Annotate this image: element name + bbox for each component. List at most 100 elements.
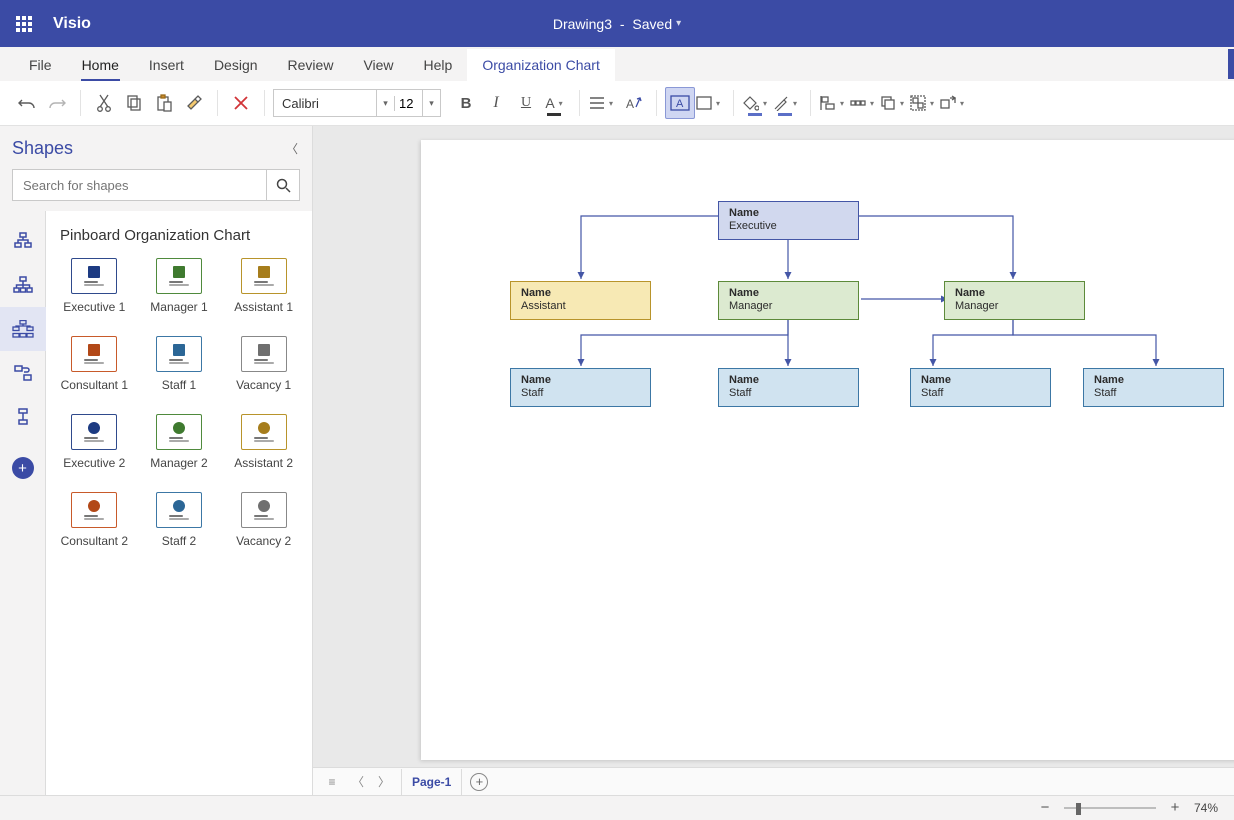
node-name: Name [729, 207, 848, 220]
collapse-panel-icon[interactable]: 〈 [286, 140, 298, 157]
fill-color-button[interactable]: ▾ [742, 87, 772, 119]
zoom-level[interactable]: 74% [1194, 801, 1218, 815]
org-node-staff-3[interactable]: Name Staff [910, 368, 1051, 407]
org-node-staff-2[interactable]: Name Staff [718, 368, 859, 407]
bold-button[interactable]: B [451, 87, 481, 119]
align-shapes-button[interactable]: ▾ [819, 87, 849, 119]
position-button[interactable]: ▾ [849, 87, 879, 119]
shape-staff-2[interactable]: Staff 2 [137, 492, 222, 548]
zoom-slider[interactable] [1064, 807, 1156, 809]
shape-tool-button[interactable]: ▾ [695, 87, 725, 119]
shape-label: Assistant 2 [234, 456, 293, 470]
undo-button[interactable] [12, 87, 42, 119]
shapes-panel: Shapes 〈 + Pinboard Organization Chart E… [0, 126, 313, 795]
node-name: Name [1094, 374, 1213, 387]
stencil-icon-1[interactable] [0, 219, 46, 263]
shape-consultant-2[interactable]: Consultant 2 [52, 492, 137, 548]
node-role: Staff [921, 387, 1040, 400]
org-node-staff-4[interactable]: Name Staff [1083, 368, 1224, 407]
document-title[interactable]: Drawing3 - Saved ▾ [553, 16, 681, 32]
tab-insert[interactable]: Insert [134, 49, 199, 81]
copy-button[interactable] [119, 87, 149, 119]
align-button[interactable]: ▾ [588, 87, 618, 119]
text-tool-button[interactable]: A [665, 87, 695, 119]
shape-manager-1[interactable]: Manager 1 [137, 258, 222, 314]
org-node-assistant[interactable]: Name Assistant [510, 281, 651, 320]
node-name: Name [955, 287, 1074, 300]
org-node-staff-1[interactable]: Name Staff [510, 368, 651, 407]
size-dropdown-icon[interactable]: ▾ [422, 90, 440, 116]
shape-staff-1[interactable]: Staff 1 [137, 336, 222, 392]
font-color-button[interactable]: A▾ [541, 87, 571, 119]
shape-executive-1[interactable]: Executive 1 [52, 258, 137, 314]
shape-label: Staff 2 [162, 534, 196, 548]
page-list-icon[interactable]: ≡ [323, 775, 341, 789]
page-tab[interactable]: Page-1 [401, 769, 462, 795]
tab-home[interactable]: Home [67, 49, 134, 81]
stencil-icon-4[interactable] [0, 351, 46, 395]
delete-button[interactable] [226, 87, 256, 119]
shape-label: Executive 1 [63, 300, 125, 314]
stencil-icon-2[interactable] [0, 263, 46, 307]
search-input[interactable] [12, 169, 266, 201]
italic-button[interactable]: I [481, 87, 511, 119]
ribbon-collapse[interactable] [1228, 49, 1234, 79]
shape-consultant-1[interactable]: Consultant 1 [52, 336, 137, 392]
shape-assistant-2[interactable]: Assistant 2 [221, 414, 306, 470]
org-node-manager-2[interactable]: Name Manager [944, 281, 1085, 320]
tab-design[interactable]: Design [199, 49, 273, 81]
shape-manager-2[interactable]: Manager 2 [137, 414, 222, 470]
format-painter-button[interactable] [179, 87, 209, 119]
node-role: Assistant [521, 300, 640, 313]
stencil-icon-5[interactable] [0, 395, 46, 439]
app-launcher-icon[interactable] [0, 0, 47, 47]
prev-page-icon[interactable]: 〈 [349, 773, 367, 790]
node-role: Manager [955, 300, 1074, 313]
tab-help[interactable]: Help [409, 49, 468, 81]
canvas[interactable]: Name Executive Name Assistant Name Manag… [313, 126, 1234, 795]
font-size-input[interactable] [394, 96, 422, 111]
font-name-input[interactable] [274, 96, 376, 111]
paste-button[interactable] [149, 87, 179, 119]
group-button[interactable]: ▾ [909, 87, 939, 119]
shape-vacancy-2[interactable]: Vacancy 2 [221, 492, 306, 548]
font-selector[interactable]: ▾ ▾ [273, 89, 441, 117]
tab-view[interactable]: View [348, 49, 408, 81]
node-name: Name [521, 374, 640, 387]
org-node-manager-1[interactable]: Name Manager [718, 281, 859, 320]
zoom-in-button[interactable]: + [1168, 801, 1182, 815]
search-button[interactable] [266, 169, 300, 201]
redo-button[interactable] [42, 87, 72, 119]
tab-review[interactable]: Review [273, 49, 349, 81]
node-role: Manager [729, 300, 848, 313]
tab-file[interactable]: File [14, 49, 67, 81]
shape-label: Manager 2 [150, 456, 207, 470]
text-direction-button[interactable]: A [618, 87, 648, 119]
org-node-executive[interactable]: Name Executive [718, 201, 859, 240]
line-color-button[interactable]: ▾ [772, 87, 802, 119]
drawing-page[interactable]: Name Executive Name Assistant Name Manag… [421, 140, 1234, 760]
stencil-rail: + [0, 211, 46, 795]
tab-organization-chart[interactable]: Organization Chart [467, 49, 615, 81]
node-name: Name [729, 374, 848, 387]
shape-assistant-1[interactable]: Assistant 1 [221, 258, 306, 314]
add-page-button[interactable]: + [470, 773, 488, 791]
node-name: Name [921, 374, 1040, 387]
shape-executive-2[interactable]: Executive 2 [52, 414, 137, 470]
font-dropdown-icon[interactable]: ▾ [376, 90, 394, 116]
underline-button[interactable]: U [511, 87, 541, 119]
node-role: Staff [521, 387, 640, 400]
stencil-icon-3[interactable] [0, 307, 46, 351]
zoom-out-button[interactable]: − [1038, 801, 1052, 815]
node-role: Executive [729, 220, 848, 233]
arrange-button[interactable]: ▾ [879, 87, 909, 119]
shape-vacancy-1[interactable]: Vacancy 1 [221, 336, 306, 392]
add-stencil-button[interactable]: + [12, 457, 34, 479]
change-shape-button[interactable]: ▾ [939, 87, 969, 119]
shape-label: Manager 1 [150, 300, 207, 314]
ribbon-tabs: File Home Insert Design Review View Help… [0, 47, 1234, 81]
title-bar: Visio Drawing3 - Saved ▾ [0, 0, 1234, 47]
chevron-down-icon: ▾ [676, 18, 681, 29]
next-page-icon[interactable]: 〉 [375, 773, 393, 790]
cut-button[interactable] [89, 87, 119, 119]
